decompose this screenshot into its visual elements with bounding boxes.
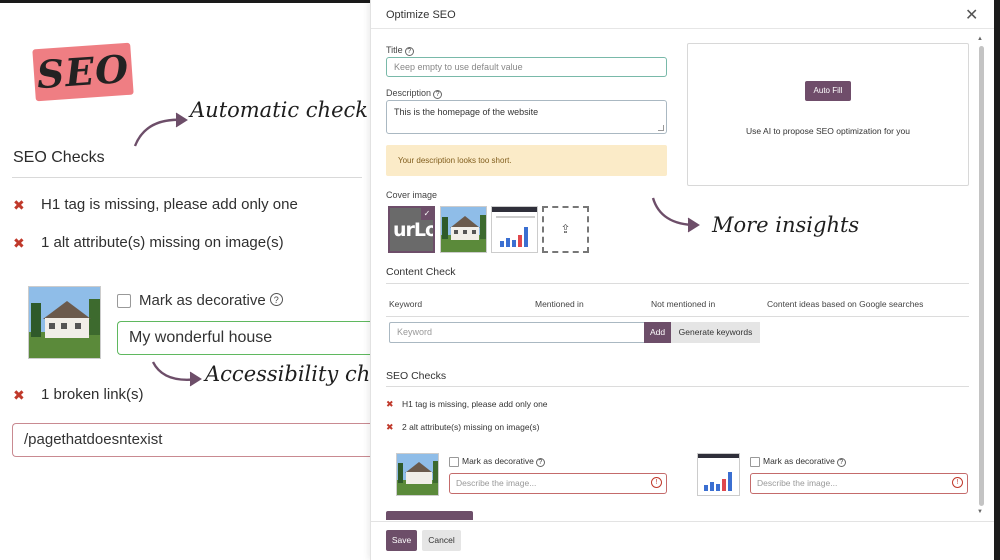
- add-keyword-button[interactable]: Add: [644, 322, 671, 343]
- cover-logo-text: urLo: [393, 219, 435, 241]
- left-link-input[interactable]: /pagethatdoesntexist: [12, 423, 382, 457]
- alt-input-1[interactable]: Describe the image... !: [449, 473, 667, 494]
- left-alt-input[interactable]: My wonderful house: [117, 321, 377, 355]
- keyword-input[interactable]: Keyword: [389, 322, 645, 343]
- left-broken-links: 1 broken link(s): [41, 386, 144, 403]
- x-mark-icon: ✖: [386, 399, 394, 409]
- content-check-divider: [386, 283, 969, 284]
- checkmark-icon: ✓: [421, 208, 433, 220]
- header-divider: [371, 28, 1000, 29]
- automatic-check-annotation: Automatic check: [190, 98, 368, 122]
- error-circle-icon: !: [651, 477, 662, 488]
- seo-checks-divider: [386, 386, 969, 387]
- question-circle-icon: ?: [836, 458, 846, 467]
- save-button[interactable]: Save: [386, 530, 417, 551]
- upload-icon: ⇪: [560, 222, 571, 236]
- decorative-text-1: Mark as decorative: [462, 456, 534, 466]
- x-mark-icon: ✖: [13, 197, 25, 213]
- left-divider: [12, 177, 362, 178]
- scrollbar-thumb[interactable]: [979, 46, 984, 506]
- description-warning: Your description looks too short.: [386, 145, 667, 176]
- content-check-title: Content Check: [386, 266, 456, 278]
- description-label-text: Description: [386, 88, 432, 98]
- column-content-ideas: Content ideas based on Google searches: [767, 299, 924, 309]
- left-seo-checks-title: SEO Checks: [13, 149, 105, 166]
- check-broken-links-button[interactable]: [386, 511, 473, 520]
- decorative-text-2: Mark as decorative: [763, 456, 835, 466]
- description-textarea[interactable]: This is the homepage of the website: [386, 100, 667, 134]
- alt-placeholder-2: Describe the image...: [757, 478, 838, 488]
- decorative-label-2: Mark as decorative?: [763, 456, 846, 467]
- column-not-mentioned: Not mentioned in: [651, 299, 716, 309]
- optimize-seo-modal: Optimize SEO ✕ Title? Keep empty to use …: [370, 0, 1000, 560]
- cancel-button[interactable]: Cancel: [422, 530, 461, 551]
- accessibility-arrow: [151, 361, 202, 387]
- house-thumbnail: [396, 453, 439, 496]
- title-input[interactable]: Keep empty to use default value: [386, 57, 667, 77]
- column-keyword: Keyword: [389, 299, 423, 309]
- modal-check-alt: 2 alt attribute(s) missing on image(s): [402, 422, 540, 432]
- question-circle-icon: ?: [269, 293, 283, 306]
- left-decorative-label: Mark as decorative?: [139, 292, 283, 309]
- left-check-h1: H1 tag is missing, please add only one: [41, 196, 298, 213]
- close-icon[interactable]: ✕: [965, 5, 978, 25]
- question-circle-icon: ?: [433, 90, 443, 99]
- resize-handle[interactable]: [658, 125, 664, 131]
- x-mark-icon: ✖: [386, 422, 394, 432]
- generate-keywords-button[interactable]: Generate keywords: [671, 322, 760, 343]
- decorative-checkbox-1[interactable]: [449, 457, 459, 467]
- cover-upload-slot[interactable]: ⇪: [542, 206, 589, 253]
- x-mark-icon: ✖: [13, 235, 25, 251]
- modal-check-h1: H1 tag is missing, please add only one: [402, 399, 548, 409]
- automatic-check-arrow: [133, 112, 188, 147]
- decorative-checkbox-2[interactable]: [750, 457, 760, 467]
- alt-placeholder-1: Describe the image...: [456, 478, 537, 488]
- table-header-divider: [386, 316, 969, 317]
- cover-option-chart[interactable]: [491, 206, 538, 253]
- description-label: Description?: [386, 88, 443, 99]
- more-insights-arrow: [651, 197, 700, 233]
- scroll-up-icon[interactable]: ▲: [977, 36, 983, 42]
- footer-divider: [371, 521, 1000, 522]
- left-decorative-text: Mark as decorative: [139, 292, 266, 309]
- error-circle-icon: !: [952, 477, 963, 488]
- right-edge-bar: [994, 0, 1000, 560]
- x-mark-icon: ✖: [13, 387, 25, 403]
- title-label: Title?: [386, 45, 414, 56]
- decorative-label-1: Mark as decorative?: [462, 456, 545, 467]
- question-circle-icon: ?: [535, 458, 545, 467]
- modal-seo-checks-title: SEO Checks: [386, 370, 447, 382]
- scroll-down-icon[interactable]: ▼: [977, 509, 983, 515]
- column-mentioned: Mentioned in: [535, 299, 584, 309]
- left-decorative-checkbox[interactable]: [117, 294, 131, 308]
- cover-option-logo[interactable]: urLo ✓: [388, 206, 435, 253]
- left-check-alt: 1 alt attribute(s) missing on image(s): [41, 234, 284, 251]
- house-thumbnail: [28, 286, 101, 359]
- alt-input-2[interactable]: Describe the image... !: [750, 473, 968, 494]
- chart-thumbnail: [697, 453, 740, 496]
- autofill-description: Use AI to propose SEO optimization for y…: [746, 126, 910, 136]
- description-value: This is the homepage of the website: [394, 107, 539, 117]
- cover-image-label: Cover image: [386, 190, 438, 200]
- seo-badge-text: SEO: [35, 45, 131, 98]
- cover-option-house[interactable]: [440, 206, 487, 253]
- modal-title: Optimize SEO: [386, 9, 456, 21]
- autofill-panel: [687, 43, 969, 186]
- question-circle-icon: ?: [404, 47, 414, 56]
- more-insights-annotation: More insights: [712, 213, 860, 237]
- title-label-text: Title: [386, 45, 403, 55]
- auto-fill-button[interactable]: Auto Fill: [805, 81, 851, 101]
- seo-badge: SEO: [32, 42, 134, 102]
